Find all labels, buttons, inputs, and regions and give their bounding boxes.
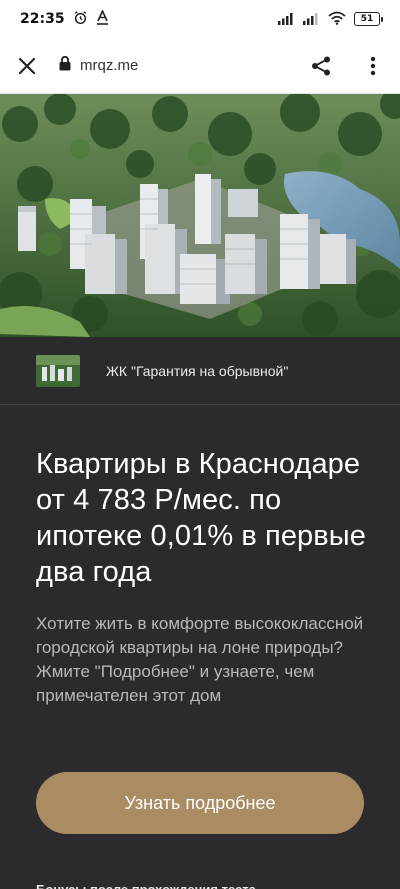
url-text: mrqz.me [80, 57, 139, 74]
share-icon[interactable] [308, 53, 334, 79]
battery-icon: 51 [354, 12, 383, 26]
hero-image [0, 94, 400, 337]
signal-icon [303, 10, 320, 29]
alarm-icon [73, 10, 88, 29]
site-title: ЖК "Гарантия на обрывной" [106, 362, 289, 379]
wifi-icon [328, 10, 346, 29]
status-bar: 22:35 51 [0, 0, 400, 38]
close-icon[interactable] [14, 53, 40, 79]
description: Хотите жить в комфорте высококлассной го… [36, 614, 364, 705]
lock-icon [58, 55, 72, 76]
address-bar[interactable]: mrqz.me [58, 55, 138, 76]
main-content: Квартиры в Краснодаре от 4 783 Р/мес. по… [36, 446, 371, 708]
browser-toolbar: mrqz.me [0, 38, 400, 94]
status-left: 22:35 [20, 8, 109, 29]
more-vert-icon[interactable] [360, 53, 386, 79]
status-time: 22:35 [20, 11, 65, 27]
browser-actions [308, 53, 386, 79]
learn-more-button[interactable]: Узнать подробнее [36, 772, 364, 834]
site-logo-thumbnail [36, 354, 80, 387]
signal-icon [278, 10, 295, 29]
battery-level: 51 [360, 14, 374, 24]
headline: Квартиры в Краснодаре от 4 783 Р/мес. по… [36, 448, 366, 588]
text-a-icon [96, 8, 109, 29]
bonus-text: Бонусы после прохождения теста [36, 880, 366, 889]
status-right: 51 [278, 10, 383, 29]
site-header: ЖК "Гарантия на обрывной" [0, 337, 400, 405]
